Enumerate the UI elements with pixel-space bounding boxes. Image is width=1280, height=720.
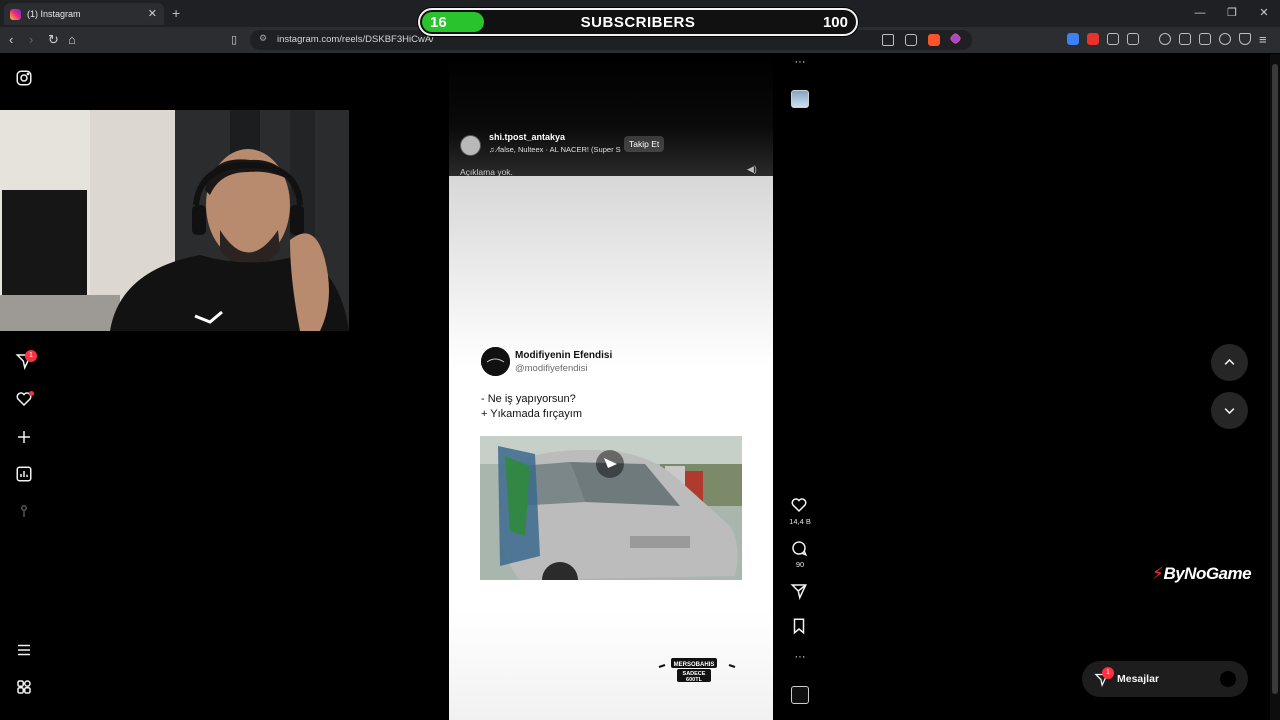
dashboard-icon[interactable] bbox=[15, 465, 33, 483]
follow-button[interactable]: Takip Et bbox=[624, 136, 665, 152]
more-apps-icon[interactable] bbox=[15, 678, 33, 696]
comment-count: 90 bbox=[795, 560, 805, 569]
back-icon[interactable]: ‹ bbox=[9, 32, 13, 48]
audio-track[interactable]: ♫ ⁄false, Nulteex · AL NACER! (Super S bbox=[489, 145, 624, 154]
bynogame-watermark: ⚡ByNoGame bbox=[1152, 564, 1252, 584]
chevron-up-icon bbox=[1224, 358, 1235, 365]
extension-pin-icon[interactable] bbox=[1087, 33, 1099, 45]
tweet-text-line-2: + Yıkamada fırçayım bbox=[481, 408, 582, 420]
webcam-overlay bbox=[0, 110, 349, 331]
bynogame-logo-icon: ⚡ bbox=[1152, 564, 1164, 583]
save-icon[interactable] bbox=[790, 617, 810, 637]
url-text: instagram.com/reels/DSKBF3HiCwA/ bbox=[277, 34, 434, 45]
tweet-text-line-1: - Ne iş yapıyorsun? bbox=[481, 393, 576, 405]
like-icon[interactable] bbox=[790, 496, 810, 516]
messages-badge: 1 bbox=[1102, 667, 1114, 679]
tweet-author-name: Modifiyenin Efendisi bbox=[515, 350, 613, 361]
subscribers-goal-bar: 16 SUBSCRIBERS 100 bbox=[418, 8, 858, 36]
sidebar-toggle-icon[interactable] bbox=[1179, 33, 1191, 45]
new-tab-button[interactable]: + bbox=[172, 5, 180, 21]
wallet-icon[interactable] bbox=[1199, 33, 1211, 45]
messages-label: Mesajlar bbox=[1117, 673, 1160, 685]
extension-download-icon[interactable] bbox=[1067, 33, 1079, 45]
bookmark-icon[interactable]: ▯ bbox=[231, 32, 237, 48]
messages-button[interactable]: 1 Mesajlar bbox=[1082, 661, 1248, 697]
next-reel-button[interactable] bbox=[1211, 392, 1248, 429]
chevron-down-icon bbox=[1224, 408, 1235, 415]
plus-icon[interactable] bbox=[15, 428, 33, 446]
previous-reel-button[interactable] bbox=[1211, 344, 1248, 381]
reel-header bbox=[449, 54, 773, 176]
maximize-button[interactable]: ❐ bbox=[1216, 0, 1248, 27]
browser-menu-icon[interactable]: ≡ bbox=[1259, 32, 1267, 48]
author-avatar[interactable] bbox=[460, 135, 481, 156]
sponsor-logo: MERSOBAHIS SADECE 600TL bbox=[657, 652, 737, 684]
tab-close-icon[interactable]: ✕ bbox=[148, 7, 157, 20]
reel-top-more-icon[interactable]: ··· bbox=[790, 56, 810, 76]
cast-icon[interactable] bbox=[882, 34, 894, 46]
leo-ai-icon[interactable] bbox=[1219, 33, 1231, 45]
svg-text:600TL: 600TL bbox=[686, 677, 703, 683]
reel-video[interactable]: shi.tpost_antakya ♫ ⁄false, Nulteex · AL… bbox=[449, 54, 773, 720]
comment-icon[interactable] bbox=[790, 539, 810, 559]
reload-icon[interactable]: ↻ bbox=[48, 32, 59, 48]
subscribers-label: SUBSCRIBERS bbox=[580, 14, 696, 31]
menu-icon[interactable] bbox=[15, 641, 33, 659]
top-reel-thumbnail[interactable] bbox=[791, 90, 809, 108]
browser-tab[interactable]: (1) Instagram ✕ bbox=[4, 3, 164, 25]
site-info-icon[interactable]: ⚙ bbox=[259, 33, 267, 44]
home-icon[interactable]: ⌂ bbox=[68, 32, 76, 48]
tweet-author-handle: @modifiyefendisi bbox=[515, 363, 588, 374]
svg-text:MERSOBAHIS: MERSOBAHIS bbox=[674, 662, 715, 668]
share-icon[interactable] bbox=[790, 582, 810, 602]
instagram-favicon-icon bbox=[10, 8, 21, 20]
messages-avatar bbox=[1220, 671, 1236, 687]
threads-icon[interactable] bbox=[15, 502, 33, 520]
like-count: 14,4 B bbox=[789, 517, 811, 526]
minimize-button[interactable]: — bbox=[1184, 0, 1216, 27]
page-scrollbar[interactable] bbox=[1270, 54, 1280, 720]
brave-shields-icon[interactable] bbox=[928, 34, 940, 46]
messages-notification-badge: 1 bbox=[25, 350, 37, 362]
more-options-icon[interactable]: ··· bbox=[790, 651, 810, 671]
author-name[interactable]: shi.tpost_antakya bbox=[489, 132, 565, 142]
tab-title: (1) Instagram bbox=[27, 9, 81, 19]
watermark-text: ByNoGame bbox=[1163, 564, 1252, 583]
extensions-icon[interactable] bbox=[1107, 33, 1119, 45]
share-icon[interactable] bbox=[905, 34, 917, 46]
instagram-icon[interactable] bbox=[15, 69, 33, 87]
brave-rewards-icon[interactable] bbox=[949, 32, 962, 45]
music-icon[interactable] bbox=[1159, 33, 1171, 45]
subscribers-goal: 100 bbox=[822, 14, 848, 31]
scrollbar-thumb[interactable] bbox=[1272, 64, 1278, 694]
screenshot-icon[interactable] bbox=[1127, 33, 1139, 45]
vpn-icon[interactable] bbox=[1239, 33, 1251, 45]
tweet-video-thumbnail bbox=[480, 436, 742, 580]
audio-thumbnail[interactable] bbox=[791, 686, 809, 704]
window-controls: — ❐ ✕ bbox=[1184, 0, 1280, 27]
forward-icon[interactable]: › bbox=[29, 32, 33, 48]
tweet-author-avatar bbox=[481, 347, 510, 376]
volume-icon[interactable]: ◀) bbox=[747, 164, 757, 175]
notification-dot bbox=[29, 391, 34, 396]
close-window-button[interactable]: ✕ bbox=[1248, 0, 1280, 27]
